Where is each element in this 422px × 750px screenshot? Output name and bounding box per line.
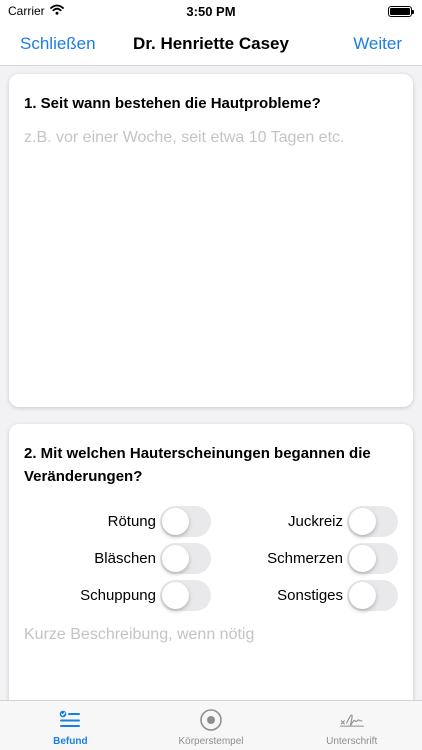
close-button[interactable]: Schließen [20,34,96,54]
toggle-row-blaeschen: Bläschen [94,543,211,574]
tab-label-unterschrift: Unterschrift [326,736,378,747]
battery-icon [388,5,414,17]
status-bar: Carrier 3:50 PM [0,0,422,22]
nav-bar: Schließen Dr. Henriette Casey Weiter [0,22,422,66]
tab-befund[interactable]: Befund [0,701,141,750]
tab-label-befund: Befund [53,736,88,747]
question-1-title: 1. Seit wann bestehen die Hautprobleme? [24,95,321,112]
toggle-label: Rötung [107,513,156,530]
question-2-title: 2. Mit welchen Hauterscheinungen beganne… [24,445,371,485]
sonstiges-switch[interactable] [347,580,398,611]
toggle-label: Sonstiges [277,587,343,604]
toggle-label: Schmerzen [267,550,343,567]
checklist-icon [57,707,83,733]
tab-label-koerperstempel: Körperstempel [178,736,244,747]
toggle-label: Schuppung [80,587,156,604]
target-icon [198,707,224,733]
toggle-label: Juckreiz [287,513,343,530]
toggle-row-juckreiz: Juckreiz [288,506,398,537]
status-left: Carrier [8,4,64,18]
juckreiz-switch[interactable] [347,506,398,537]
roetung-switch[interactable] [160,506,211,537]
question-card-1: 1. Seit wann bestehen die Hautprobleme? [9,74,413,407]
question-card-2: 2. Mit welchen Hauterscheinungen beganne… [9,424,413,700]
tab-unterschrift[interactable]: Unterschrift [281,701,422,750]
signature-icon [339,707,365,733]
toggle-label: Bläschen [94,550,156,567]
toggle-row-roetung: Rötung [108,506,211,537]
question-1-answer-input[interactable] [24,129,398,329]
toggle-row-sonstiges: Sonstiges [277,580,398,611]
toggle-row-schuppung: Schuppung [80,580,211,611]
question-2-description-input[interactable] [24,626,398,666]
toggle-row-schmerzen: Schmerzen [267,543,398,574]
schuppung-switch[interactable] [160,580,211,611]
symptom-toggle-grid: Rötung Juckreiz Bläschen Schmerzen Schup… [9,506,413,626]
carrier-label: Carrier [8,4,45,18]
next-button[interactable]: Weiter [353,34,402,54]
blaeschen-switch[interactable] [160,543,211,574]
wifi-icon [49,4,64,18]
form-content[interactable]: 1. Seit wann bestehen die Hautprobleme? … [0,66,422,700]
tab-koerperstempel[interactable]: Körperstempel [141,701,282,750]
schmerzen-switch[interactable] [347,543,398,574]
tab-bar: Befund Körperstempel Unterschrift [0,700,422,750]
